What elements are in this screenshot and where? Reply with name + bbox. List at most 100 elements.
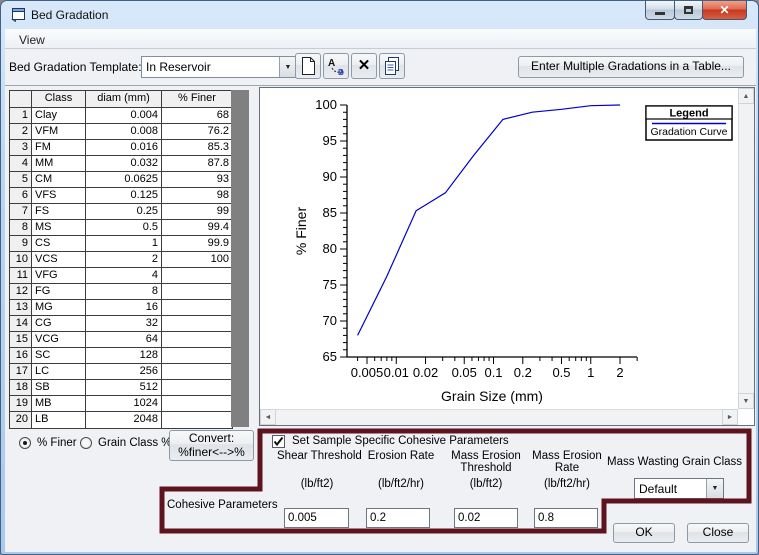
table-cell[interactable]: SB [32,380,86,396]
delete-gradation-button[interactable]: ✕ [351,53,377,79]
table-cell[interactable]: CG [32,316,86,332]
table-cell[interactable]: MS [32,220,86,236]
table-cell[interactable]: 0.0625 [86,172,162,188]
table-cell[interactable]: 100 [162,252,232,268]
table-cell[interactable] [162,348,232,364]
table-cell[interactable] [162,284,232,300]
table-cell[interactable]: 1 [86,236,162,252]
radio-percent-finer-label[interactable]: % Finer [37,437,77,449]
maximize-button[interactable] [674,1,703,20]
table-cell[interactable]: 93 [162,172,232,188]
table-cell[interactable] [162,396,232,412]
table-cell[interactable]: 98 [162,188,232,204]
enter-multiple-gradations-button[interactable]: Enter Multiple Gradations in a Table... [518,56,744,78]
menu-view[interactable]: View [15,32,49,48]
table-cell[interactable]: 64 [86,332,162,348]
table-cell[interactable]: 128 [86,348,162,364]
table-cell[interactable]: 87.8 [162,156,232,172]
titlebar[interactable]: Bed Gradation ✕ [1,1,758,29]
table-cell[interactable]: FS [32,204,86,220]
table-cell[interactable]: 32 [86,316,162,332]
row-number-cell: 8 [10,220,32,236]
radio-grain-class[interactable] [80,437,92,449]
table-cell[interactable]: MG [32,300,86,316]
legend-title: Legend [669,108,708,120]
svg-text:0.005: 0.005 [351,365,384,380]
table-cell[interactable] [162,412,232,428]
table-cell[interactable]: VCS [32,252,86,268]
table-cell[interactable]: MM [32,156,86,172]
table-cell[interactable]: 0.125 [86,188,162,204]
copy-gradation-button[interactable] [379,53,405,79]
table-cell[interactable]: 16 [86,300,162,316]
scroll-up-icon[interactable]: ▲ [738,88,754,104]
table-cell[interactable]: LC [32,364,86,380]
window-form-icon [11,8,25,22]
table-cell[interactable]: VFG [32,268,86,284]
table-cell[interactable]: VCG [32,332,86,348]
table-cell[interactable]: SC [32,348,86,364]
table-cell[interactable] [162,268,232,284]
minimize-button[interactable] [645,1,675,20]
table-cell[interactable]: 0.032 [86,156,162,172]
table-cell[interactable]: 99.9 [162,236,232,252]
template-label: Bed Gradation Template: [9,60,142,74]
table-cell[interactable] [162,316,232,332]
new-gradation-button[interactable] [295,53,321,79]
table-cell[interactable]: 0.016 [86,140,162,156]
cohesive-checkbox-label[interactable]: Set Sample Specific Cohesive Parameters [292,435,509,447]
mass-erosion-threshold-input[interactable] [454,508,518,528]
close-button[interactable]: ✕ [702,1,747,20]
mass-wasting-dropdown[interactable]: Default ▼ [634,478,724,499]
table-cell[interactable]: LB [32,412,86,428]
chart-ylabel: % Finer [293,207,309,256]
table-cell[interactable]: 8 [86,284,162,300]
table-cell[interactable]: 4 [86,268,162,284]
radio-percent-finer[interactable] [19,437,31,449]
table-cell[interactable]: 512 [86,380,162,396]
table-cell[interactable]: 256 [86,364,162,380]
shear-threshold-input[interactable] [284,508,349,528]
scroll-left-icon[interactable]: ◄ [260,409,276,425]
table-cell[interactable]: 1024 [86,396,162,412]
table-cell[interactable]: 0.008 [86,124,162,140]
table-cell[interactable]: 2 [86,252,162,268]
template-combobox-value: In Reservoir [146,60,211,74]
table-cell[interactable]: FM [32,140,86,156]
erosion-rate-input[interactable] [366,508,430,528]
chart-vertical-scrollbar[interactable]: ▲ ▼ [738,88,754,409]
table-cell[interactable]: 2048 [86,412,162,428]
chart-horizontal-scrollbar[interactable]: ◄ ► [260,409,738,425]
cohesive-checkbox[interactable] [272,435,285,448]
radio-grain-class-label[interactable]: Grain Class % [98,437,172,449]
table-cell[interactable]: 0.25 [86,204,162,220]
convert-button[interactable]: Convert: %finer<-->% [169,430,254,461]
table-cell[interactable]: 85.3 [162,140,232,156]
table-cell[interactable] [162,380,232,396]
chevron-down-icon[interactable]: ▼ [706,479,723,498]
table-cell[interactable]: VFM [32,124,86,140]
table-cell[interactable]: MB [32,396,86,412]
ok-button[interactable]: OK [613,523,675,543]
scroll-down-icon[interactable]: ▼ [738,393,754,409]
close-button-dialog[interactable]: Close [687,523,749,543]
table-cell[interactable]: 76.2 [162,124,232,140]
table-cell[interactable]: 99.4 [162,220,232,236]
table-cell[interactable]: 0.004 [86,108,162,124]
scroll-right-icon[interactable]: ► [722,409,738,425]
template-combobox[interactable]: In Reservoir ▼ [141,56,297,78]
table-cell[interactable]: Clay [32,108,86,124]
rename-gradation-button[interactable]: A B [323,53,349,79]
table-cell[interactable]: CM [32,172,86,188]
table-cell[interactable]: 68 [162,108,232,124]
table-cell[interactable]: 0.5 [86,220,162,236]
table-cell[interactable]: CS [32,236,86,252]
table-cell[interactable]: VFS [32,188,86,204]
table-cell[interactable]: 99 [162,204,232,220]
table-cell[interactable] [162,364,232,380]
chevron-down-icon[interactable]: ▼ [279,57,296,77]
table-cell[interactable] [162,332,232,348]
table-cell[interactable] [162,300,232,316]
table-cell[interactable]: FG [32,284,86,300]
mass-erosion-rate-input[interactable] [534,508,598,528]
